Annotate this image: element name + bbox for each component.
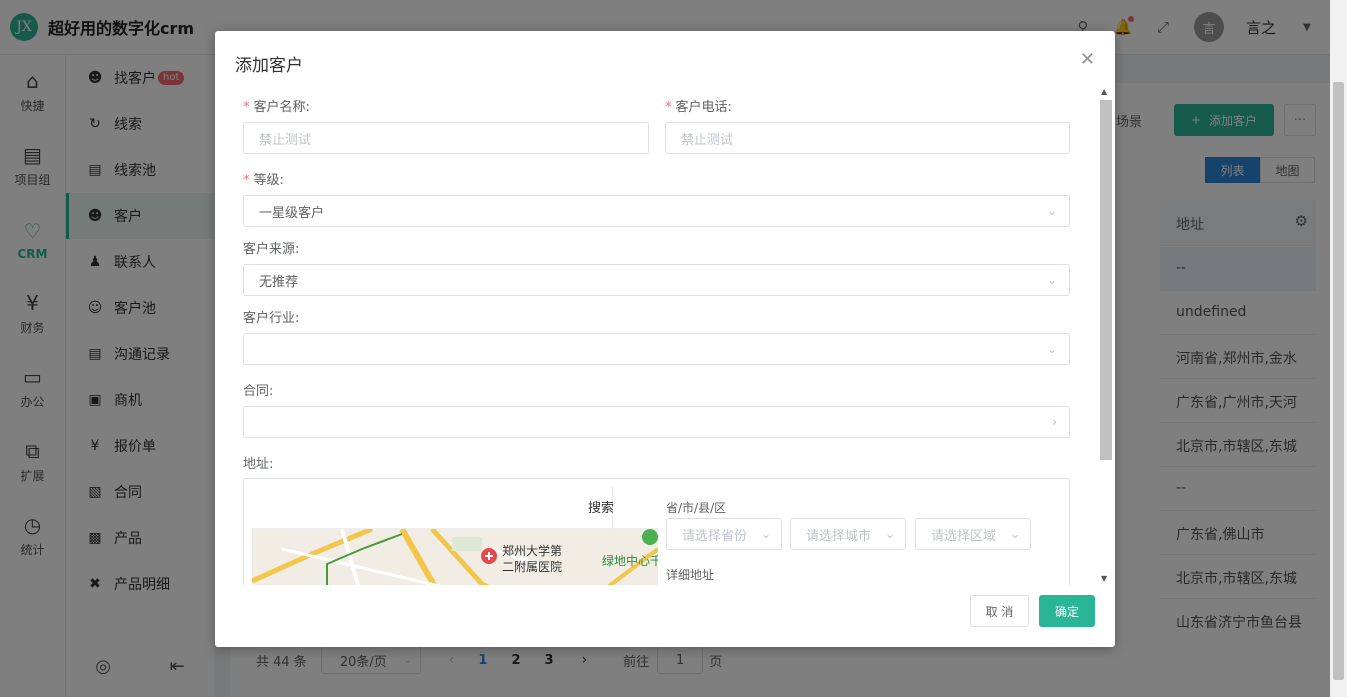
customer-phone-input[interactable]: 禁止测试: [665, 122, 1070, 154]
page-scrollbar[interactable]: [1330, 0, 1347, 697]
chevron-down-icon: ⌄: [884, 527, 895, 541]
chevron-down-icon: ⌄: [1009, 527, 1020, 541]
required-mark: *: [243, 100, 250, 115]
chevron-down-icon: ⌄: [1046, 342, 1057, 356]
map-search-bar[interactable]: 搜索: [252, 487, 658, 529]
map-poi-label: 二附属医院: [502, 560, 563, 574]
chevron-right-icon: ›: [1052, 415, 1057, 429]
address-picker: 搜索 郑州大学第 二附属医院 绿地中心千 省/市/县/区 请选择省份 ⌄ 请选择…: [243, 478, 1070, 585]
map-poi-label: 郑州大学第: [502, 544, 563, 558]
map-tiles: [252, 529, 658, 585]
customer-phone-label: * 客户电话:: [665, 100, 732, 115]
chevron-down-icon: ⌄: [1046, 273, 1057, 287]
level-value: 一星级客户: [259, 205, 325, 221]
contract-picker[interactable]: ›: [243, 406, 1070, 438]
map-view[interactable]: 郑州大学第 二附属医院 绿地中心千: [252, 529, 658, 585]
map-search-button[interactable]: 搜索: [588, 497, 614, 516]
page-scrollbar-thumb[interactable]: [1333, 82, 1344, 680]
chevron-down-icon: ⌄: [1046, 204, 1057, 218]
required-mark: *: [665, 100, 672, 115]
map-poi-label: 绿地中心千: [602, 554, 658, 568]
city-select[interactable]: 请选择城市 ⌄: [790, 518, 906, 550]
region-label: 省/市/县/区: [666, 501, 727, 515]
customer-name-input[interactable]: 禁止测试: [243, 122, 649, 154]
district-placeholder: 请选择区域: [931, 528, 997, 544]
level-label: * 等级:: [243, 173, 284, 188]
province-placeholder: 请选择省份: [682, 528, 748, 544]
scroll-down-icon[interactable]: ▼: [1101, 574, 1107, 583]
dialog-title: 添加客户: [235, 56, 303, 76]
close-icon[interactable]: ✕: [1080, 49, 1095, 70]
required-mark: *: [243, 173, 250, 188]
chevron-down-icon: ⌄: [760, 527, 771, 541]
cancel-button[interactable]: 取 消: [970, 595, 1029, 627]
contract-label: 合同:: [243, 384, 274, 399]
source-value: 无推荐: [259, 274, 299, 290]
city-placeholder: 请选择城市: [806, 528, 872, 544]
level-select[interactable]: 一星级客户 ⌄: [243, 195, 1070, 227]
source-label: 客户来源:: [243, 242, 300, 257]
customer-name-label: * 客户名称:: [243, 100, 310, 115]
address-label: 地址:: [243, 457, 274, 472]
confirm-button[interactable]: 确定: [1039, 595, 1095, 627]
industry-label: 客户行业:: [243, 311, 300, 326]
detail-address-label: 详细地址: [666, 568, 715, 582]
province-select[interactable]: 请选择省份 ⌄: [666, 518, 782, 550]
add-customer-dialog: 添加客户 ✕ * 客户名称: 禁止测试 * 客户电话: 禁止测试 * 等级: 一星级客…: [215, 31, 1115, 647]
dialog-body: * 客户名称: 禁止测试 * 客户电话: 禁止测试 * 等级: 一星级客户 ⌄ 客户来…: [243, 89, 1098, 585]
dialog-scrollbar-thumb[interactable]: [1100, 100, 1112, 460]
dialog-scrollbar[interactable]: ▲ ▼: [1099, 87, 1113, 583]
scroll-up-icon[interactable]: ▲: [1101, 87, 1107, 96]
source-select[interactable]: 无推荐 ⌄: [243, 264, 1070, 296]
district-select[interactable]: 请选择区域 ⌄: [915, 518, 1031, 550]
industry-select[interactable]: ⌄: [243, 333, 1070, 365]
